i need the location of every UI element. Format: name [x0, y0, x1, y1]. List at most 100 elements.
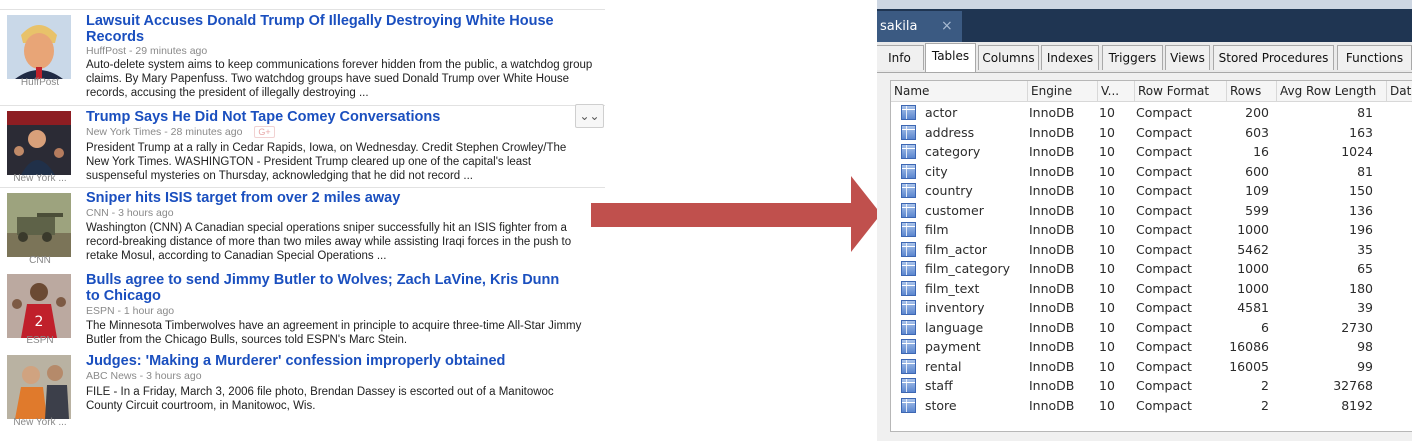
story-snippet: The Minnesota Timberwolves have an agree…: [86, 320, 582, 346]
story-meta: HuffPost - 29 minutes ago: [86, 45, 208, 57]
story-thumbnail[interactable]: 2: [7, 274, 71, 338]
table-row[interactable]: country InnoDB 10 Compact 109 150: [891, 181, 1412, 201]
cell-table-name: film: [925, 222, 949, 237]
cell-engine: InnoDB: [1029, 222, 1075, 237]
cell-row-format: Compact: [1136, 202, 1192, 218]
column-header-engine[interactable]: Engine: [1028, 81, 1098, 101]
news-story: New York ... Trump Says He Did Not Tape …: [0, 105, 605, 188]
tab-views[interactable]: Views: [1165, 45, 1210, 70]
table-row[interactable]: city InnoDB 10 Compact 600 81: [891, 162, 1412, 182]
cell-rows: 4581: [1237, 300, 1269, 315]
cell-table-name: country: [925, 183, 973, 198]
table-icon: [901, 241, 916, 257]
table-row[interactable]: inventory InnoDB 10 Compact 4581 39: [891, 298, 1412, 318]
table-row[interactable]: film_actor InnoDB 10 Compact 5462 35: [891, 240, 1412, 260]
tab-tables[interactable]: Tables: [925, 43, 976, 72]
table-row[interactable]: customer InnoDB 10 Compact 599 136: [891, 201, 1412, 221]
cell-engine: InnoDB: [1029, 280, 1075, 296]
table-row[interactable]: rental InnoDB 10 Compact 16005 99: [891, 357, 1412, 377]
table-row[interactable]: film InnoDB 10 Compact 1000 196: [891, 220, 1412, 240]
table-row[interactable]: film_text InnoDB 10 Compact 1000 180: [891, 279, 1412, 299]
svg-text:2: 2: [35, 314, 44, 330]
cell-rows: 5462: [1237, 241, 1269, 257]
column-header-name[interactable]: Name: [891, 81, 1028, 101]
cell-table-name: store: [925, 397, 957, 413]
connection-tab[interactable]: sakila ×: [877, 11, 962, 42]
story-title-link[interactable]: Trump Says He Did Not Tape Comey Convers…: [86, 109, 586, 125]
story-thumbnail[interactable]: [7, 193, 71, 257]
cell-rows: 599: [1245, 202, 1269, 218]
cell-table-name: rental: [925, 358, 962, 374]
story-title-link[interactable]: Bulls agree to send Jimmy Butler to Wolv…: [86, 272, 566, 304]
cell-avg-row-length: 39: [1357, 300, 1373, 315]
story-title-link[interactable]: Lawsuit Accuses Donald Trump Of Illegall…: [86, 13, 586, 45]
cell-engine: InnoDB: [1029, 124, 1075, 140]
table-row[interactable]: category InnoDB 10 Compact 16 1024: [891, 142, 1412, 162]
tab-indexes[interactable]: Indexes: [1041, 45, 1099, 70]
cell-version: 10: [1099, 280, 1115, 296]
story-meta: CNN - 3 hours ago: [86, 207, 174, 219]
tables-grid: Name Engine V... Row Format Rows Avg Row…: [890, 80, 1412, 432]
cell-version: 10: [1099, 397, 1115, 413]
table-row[interactable]: address InnoDB 10 Compact 603 163: [891, 123, 1412, 143]
story-snippet: Auto-delete system aims to keep communic…: [86, 59, 593, 99]
cell-avg-row-length: 98: [1357, 339, 1373, 354]
story-title-link[interactable]: Judges: 'Making a Murderer' confession i…: [86, 353, 586, 369]
table-icon: [901, 222, 916, 237]
cell-engine: InnoDB: [1029, 183, 1075, 198]
tab-info[interactable]: Info: [877, 45, 924, 70]
connection-tab-label: sakila: [880, 19, 918, 34]
cell-table-name: city: [925, 163, 948, 179]
cell-row-format: Compact: [1136, 163, 1192, 179]
tab-stored-procedures[interactable]: Stored Procedures: [1213, 45, 1334, 70]
google-plus-icon[interactable]: G+: [254, 126, 275, 139]
cell-avg-row-length: 1024: [1341, 144, 1373, 159]
close-icon[interactable]: ×: [941, 11, 953, 42]
cell-engine: InnoDB: [1029, 319, 1075, 335]
cell-version: 10: [1099, 319, 1115, 335]
table-icon: [901, 183, 916, 198]
grid-header: Name Engine V... Row Format Rows Avg Row…: [891, 81, 1412, 102]
cell-rows: 1000: [1237, 280, 1269, 296]
cell-rows: 16005: [1229, 358, 1269, 374]
tab-functions[interactable]: Functions: [1337, 45, 1412, 70]
cell-table-name: inventory: [925, 300, 985, 315]
cell-rows: 1000: [1237, 222, 1269, 237]
cell-table-name: film_category: [925, 261, 1011, 276]
table-row[interactable]: film_category InnoDB 10 Compact 1000 65: [891, 259, 1412, 279]
story-thumbnail[interactable]: [7, 15, 71, 79]
cell-table-name: customer: [925, 202, 984, 218]
cell-engine: InnoDB: [1029, 378, 1075, 393]
tab-columns[interactable]: Columns: [978, 45, 1039, 70]
cell-avg-row-length: 2730: [1341, 319, 1373, 335]
column-header-rows[interactable]: Rows: [1227, 81, 1277, 101]
cell-avg-row-length: 150: [1349, 183, 1373, 198]
column-header-row-format[interactable]: Row Format: [1135, 81, 1227, 101]
table-row[interactable]: store InnoDB 10 Compact 2 8192: [891, 396, 1412, 416]
table-icon: [901, 339, 916, 354]
story-title-link[interactable]: Sniper hits ISIS target from over 2 mile…: [86, 190, 586, 206]
news-story: New York ... Judges: 'Making a Murderer'…: [0, 349, 605, 441]
column-header-version[interactable]: V...: [1098, 81, 1135, 101]
column-header-avg-row-length[interactable]: Avg Row Length: [1277, 81, 1387, 101]
story-thumbnail[interactable]: [7, 355, 71, 419]
cell-rows: 2: [1261, 378, 1269, 393]
double-chevron-down-icon: ⌄⌄: [579, 109, 600, 123]
table-row[interactable]: staff InnoDB 10 Compact 2 32768: [891, 376, 1412, 396]
tab-triggers[interactable]: Triggers: [1102, 45, 1163, 70]
cell-rows: 16086: [1229, 339, 1269, 354]
cell-row-format: Compact: [1136, 241, 1192, 257]
cell-table-name: language: [925, 319, 984, 335]
story-thumbnail[interactable]: [7, 111, 71, 175]
news-story: HuffPost Lawsuit Accuses Donald Trump Of…: [0, 9, 605, 106]
table-row[interactable]: actor InnoDB 10 Compact 200 81: [891, 103, 1412, 123]
column-header-data-length[interactable]: Dat: [1387, 81, 1412, 101]
news-story: 2 ESPN Bulls agree to send Jimmy Butler …: [0, 269, 605, 349]
table-row[interactable]: payment InnoDB 10 Compact 16086 98: [891, 337, 1412, 357]
cell-version: 10: [1099, 261, 1115, 276]
table-row[interactable]: language InnoDB 10 Compact 6 2730: [891, 318, 1412, 338]
story-meta: New York Times - 28 minutes ago G+: [86, 126, 275, 139]
cell-rows: 16: [1253, 144, 1269, 159]
expand-story-button[interactable]: ⌄⌄: [575, 104, 604, 128]
table-icon: [901, 397, 916, 413]
